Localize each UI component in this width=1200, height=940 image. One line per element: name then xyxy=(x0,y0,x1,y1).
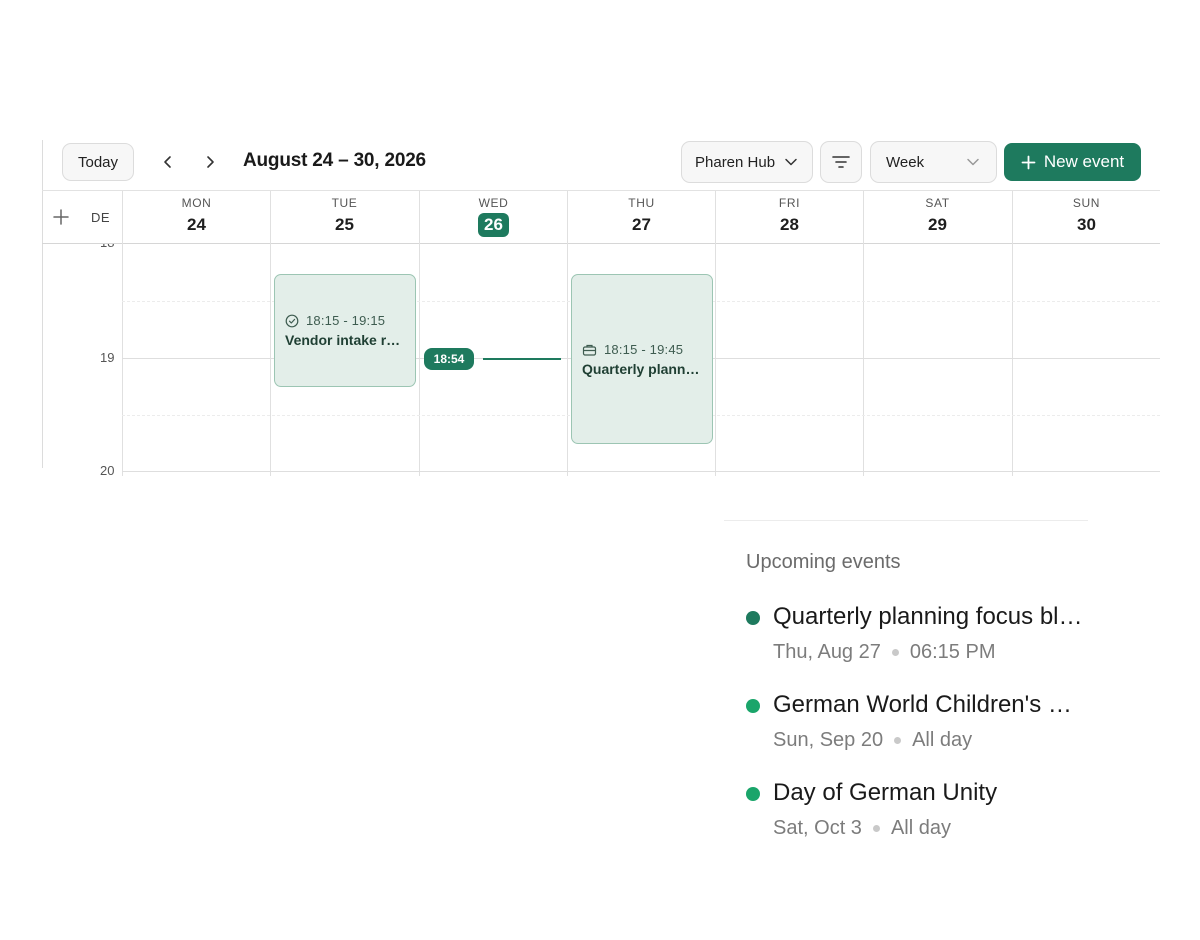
event-title: Vendor intake review xyxy=(285,332,405,348)
day-header-mon[interactable]: MON 24 xyxy=(122,191,270,244)
column-divider xyxy=(419,244,420,476)
chevron-down-icon xyxy=(785,158,797,166)
column-divider xyxy=(270,244,271,476)
event-card[interactable]: 18:15 - 19:15 Vendor intake review xyxy=(274,274,416,387)
upcoming-event-time: All day xyxy=(912,729,973,751)
upcoming-event-date: Sat, Oct 3 xyxy=(773,817,862,839)
day-header-fri[interactable]: FRI 28 xyxy=(715,191,863,244)
upcoming-event-date: Thu, Aug 27 xyxy=(773,641,881,663)
column-divider xyxy=(567,244,568,476)
previous-week-button[interactable] xyxy=(156,150,180,174)
view-select[interactable]: Week xyxy=(870,141,997,183)
upcoming-event-date: Sun, Sep 20 xyxy=(773,729,884,751)
add-timezone-button[interactable] xyxy=(52,208,70,226)
calendar-hub-select[interactable]: Pharen Hub xyxy=(681,141,813,183)
hour-label: 20 xyxy=(100,463,115,476)
day-header-sat[interactable]: SAT 29 xyxy=(863,191,1011,244)
upcoming-events-title: Upcoming events xyxy=(746,551,901,573)
event-time: 18:15 - 19:15 xyxy=(285,313,405,328)
day-name: SAT xyxy=(925,196,950,210)
next-week-button[interactable] xyxy=(198,150,222,174)
event-color-dot xyxy=(746,787,760,801)
upcoming-event-meta: Thu, Aug 27 06:15 PM xyxy=(773,641,995,664)
event-title: Quarterly planning focus block xyxy=(582,361,702,377)
upcoming-event-name: Day of German Unity xyxy=(773,779,998,806)
chevron-down-icon xyxy=(967,158,979,166)
column-divider xyxy=(1012,244,1013,476)
upcoming-event-item[interactable]: Day of German Unity Sat, Oct 3 All day xyxy=(746,779,1088,849)
hub-select-label: Pharen Hub xyxy=(695,153,776,171)
day-name: MON xyxy=(181,196,212,210)
view-select-label: Week xyxy=(886,153,925,171)
day-number: 29 xyxy=(928,215,947,234)
upcoming-events-panel: Upcoming events Quarterly planning focus… xyxy=(724,520,1088,850)
event-time-text: 18:15 - 19:45 xyxy=(604,342,684,357)
upcoming-event-item[interactable]: Quarterly planning focus block Thu, Aug … xyxy=(746,603,1088,673)
event-time-text: 18:15 - 19:15 xyxy=(306,313,386,328)
day-header-thu[interactable]: THU 27 xyxy=(567,191,715,244)
new-event-button[interactable]: New event xyxy=(1004,143,1141,181)
day-number: 30 xyxy=(1077,215,1096,234)
day-number: 24 xyxy=(187,215,206,234)
calendar: Today August 24 – 30, 2026 Pharen Hub We… xyxy=(42,140,1160,480)
upcoming-event-name: Quarterly planning focus block xyxy=(773,603,1085,630)
day-number: 25 xyxy=(335,215,354,234)
today-button[interactable]: Today xyxy=(62,143,134,181)
column-divider xyxy=(122,244,123,476)
date-range-title: August 24 – 30, 2026 xyxy=(243,150,426,171)
today-day-number: 26 xyxy=(478,213,509,237)
chevron-right-icon xyxy=(207,156,214,168)
separator-dot xyxy=(872,825,880,832)
event-color-dot xyxy=(746,699,760,713)
chevron-left-icon xyxy=(164,156,171,168)
current-time-badge: 18:54 xyxy=(424,348,474,370)
calendar-toolbar: Today August 24 – 30, 2026 Pharen Hub We… xyxy=(42,140,1160,190)
hour-label: 19 xyxy=(100,350,115,365)
event-card[interactable]: 18:15 - 19:45 Quarterly planning focus b… xyxy=(571,274,713,444)
current-time-line xyxy=(483,358,561,360)
check-circle-icon xyxy=(285,314,299,327)
time-grid[interactable]: 18 19 20 18:15 - 19:15 Vendor intake rev… xyxy=(42,244,1160,476)
separator-dot xyxy=(894,737,902,744)
filter-icon xyxy=(832,156,850,168)
timezone-label: DE xyxy=(91,210,111,225)
day-number: 28 xyxy=(780,215,799,234)
plus-icon xyxy=(53,209,69,225)
day-header-wed[interactable]: WED 26 xyxy=(419,191,567,244)
day-number: 27 xyxy=(632,215,651,234)
column-divider xyxy=(863,244,864,476)
upcoming-event-time: 06:15 PM xyxy=(909,641,996,663)
event-color-dot xyxy=(746,611,760,625)
upcoming-event-item[interactable]: German World Children's Day Sun, Sep 20 … xyxy=(746,691,1088,761)
filter-button[interactable] xyxy=(820,141,862,183)
day-header-tue[interactable]: TUE 25 xyxy=(270,191,418,244)
hour-label: 18 xyxy=(100,244,114,250)
separator-dot xyxy=(891,649,899,656)
plus-icon xyxy=(1021,155,1036,169)
week-header: DE MON 24 TUE 25 WED 26 THU 27 FRI 28 SA… xyxy=(42,190,1160,244)
upcoming-event-meta: Sat, Oct 3 All day xyxy=(773,817,951,840)
briefcase-icon xyxy=(582,344,597,356)
day-name: WED xyxy=(478,196,509,210)
new-event-label: New event xyxy=(1043,152,1125,171)
column-divider xyxy=(715,244,716,476)
day-name: TUE xyxy=(331,196,358,210)
hour-line xyxy=(122,471,1160,472)
day-name: THU xyxy=(628,196,655,210)
upcoming-event-meta: Sun, Sep 20 All day xyxy=(773,729,972,752)
upcoming-event-time: All day xyxy=(890,817,951,839)
upcoming-event-name: German World Children's Day xyxy=(773,691,1085,718)
day-header-sun[interactable]: SUN 30 xyxy=(1012,191,1160,244)
day-name: FRI xyxy=(778,196,801,210)
event-time: 18:15 - 19:45 xyxy=(582,342,702,357)
day-name: SUN xyxy=(1072,196,1101,210)
